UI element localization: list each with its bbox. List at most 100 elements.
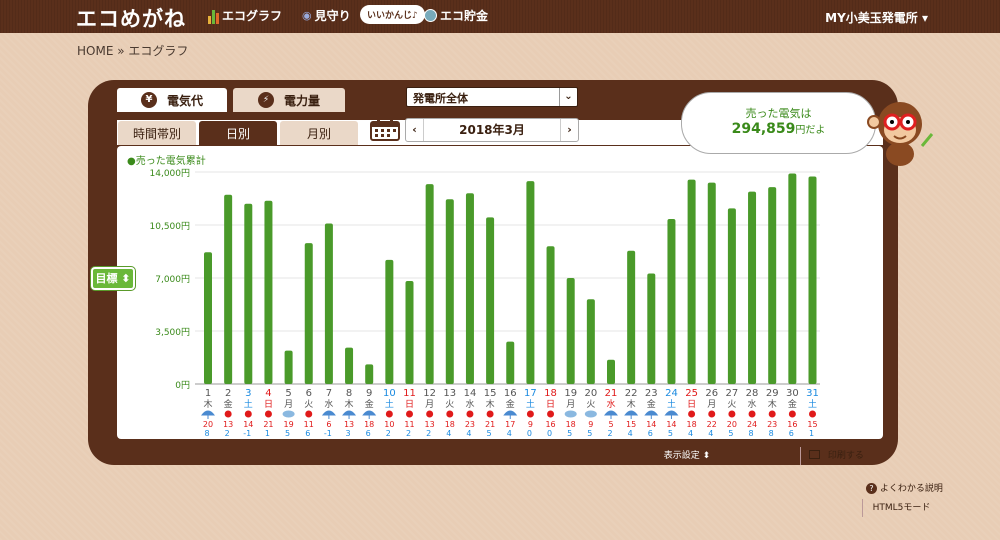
x-weekday-label: 金 (224, 398, 233, 410)
print-button[interactable]: 印刷する (800, 447, 880, 465)
sun-icon (406, 410, 413, 418)
printer-icon (809, 450, 820, 459)
x-day-label: 8 (346, 388, 352, 399)
low-temp-label: 2 (406, 429, 411, 438)
high-temp-label: 19 (284, 420, 294, 429)
bar (465, 193, 474, 384)
x-day-label: 9 (366, 388, 372, 399)
x-weekday-label: 水 (748, 398, 757, 410)
bar (425, 184, 434, 384)
umbrella-icon (664, 410, 679, 419)
low-temp-label: 5 (487, 429, 492, 438)
x-day-label: 28 (746, 388, 759, 399)
bar (788, 173, 797, 384)
bar (748, 191, 757, 384)
x-weekday-label: 水 (606, 398, 615, 410)
low-temp-label: 4 (466, 429, 471, 438)
x-weekday-label: 月 (284, 399, 293, 410)
bar (244, 203, 253, 384)
x-day-label: 25 (685, 388, 698, 399)
x-day-label: 24 (665, 388, 678, 399)
high-temp-label: 9 (588, 420, 593, 429)
x-weekday-label: 土 (244, 398, 253, 410)
high-temp-label: 11 (404, 420, 414, 429)
x-day-label: 19 (564, 388, 577, 399)
sun-icon (748, 410, 756, 418)
low-temp-label: 5 (728, 429, 733, 438)
x-weekday-label: 日 (264, 399, 273, 410)
x-weekday-label: 月 (425, 399, 434, 410)
x-weekday-label: 火 (304, 399, 313, 410)
high-temp-label: 18 (445, 420, 455, 429)
x-weekday-label: 月 (707, 399, 716, 410)
low-temp-label: 4 (446, 429, 451, 438)
x-weekday-label: 日 (546, 399, 555, 410)
high-temp-label: 14 (243, 420, 253, 429)
sun-icon (688, 410, 696, 418)
low-temp-label: 0 (527, 429, 532, 438)
high-temp-label: 11 (304, 420, 314, 429)
bar (566, 278, 575, 384)
low-temp-label: 4 (628, 429, 633, 438)
high-temp-label: 16 (545, 420, 555, 429)
high-temp-label: 20 (203, 420, 213, 429)
sun-icon (466, 410, 474, 418)
low-temp-label: 6 (305, 429, 310, 438)
x-day-label: 13 (443, 388, 456, 399)
bar (586, 299, 595, 384)
x-day-label: 20 (584, 388, 597, 399)
x-day-label: 29 (766, 388, 779, 399)
x-day-label: 21 (605, 388, 618, 399)
bar (365, 364, 374, 384)
bar (405, 281, 414, 384)
x-weekday-label: 土 (808, 398, 817, 410)
bar (284, 350, 293, 384)
html5-mode-link[interactable]: HTML5モード (862, 499, 940, 517)
sun-icon (244, 410, 252, 418)
high-temp-label: 21 (485, 420, 495, 429)
sun-icon (486, 410, 494, 418)
low-temp-label: 5 (587, 429, 592, 438)
x-weekday-label: 木 (345, 398, 354, 410)
low-temp-label: 6 (648, 429, 653, 438)
bar (687, 179, 696, 384)
sun-icon (305, 410, 313, 418)
sun-icon (446, 410, 454, 418)
high-temp-label: 10 (384, 420, 394, 429)
bar (526, 181, 535, 384)
low-temp-label: -1 (243, 429, 251, 438)
question-icon: ? (866, 483, 877, 494)
x-weekday-label: 木 (627, 398, 636, 410)
display-settings-button[interactable]: 表示設定 ⬍ (658, 448, 716, 464)
x-day-label: 26 (705, 388, 718, 399)
x-day-label: 11 (403, 388, 416, 399)
high-temp-label: 23 (465, 420, 475, 429)
high-temp-label: 13 (223, 420, 233, 429)
bar (264, 200, 273, 384)
bar (385, 259, 394, 384)
bar (445, 199, 454, 384)
sun-icon (708, 410, 716, 418)
umbrella-icon (603, 410, 619, 419)
sun-icon (547, 410, 555, 418)
print-label: 印刷する (827, 451, 864, 461)
x-day-label: 10 (383, 388, 396, 399)
low-temp-label: 0 (547, 429, 552, 438)
help-link[interactable]: ? よくわかる説明 (866, 481, 943, 494)
low-temp-label: 3 (346, 429, 351, 438)
x-weekday-label: 金 (647, 398, 656, 410)
x-weekday-label: 日 (687, 399, 696, 410)
x-day-label: 6 (306, 388, 312, 399)
bar (727, 208, 736, 384)
x-weekday-label: 月 (566, 399, 575, 410)
x-day-label: 18 (544, 388, 557, 399)
x-weekday-label: 火 (586, 399, 595, 410)
high-temp-label: 24 (747, 420, 757, 429)
low-temp-label: 2 (607, 429, 612, 438)
bar (647, 273, 656, 384)
x-weekday-label: 土 (385, 398, 394, 410)
umbrella-icon (644, 410, 659, 419)
bar (204, 252, 212, 384)
low-temp-label: 4 (708, 429, 713, 438)
x-day-label: 23 (645, 388, 658, 399)
